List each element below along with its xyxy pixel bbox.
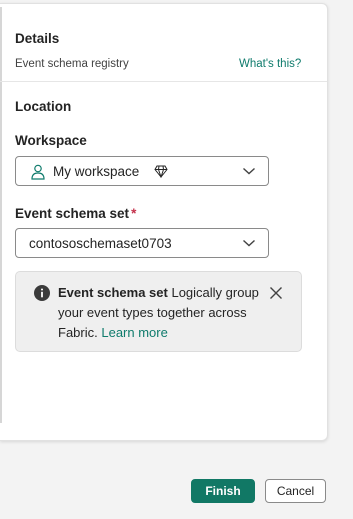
close-icon[interactable] bbox=[269, 286, 283, 300]
whats-this-link[interactable]: What's this? bbox=[239, 58, 301, 70]
workspace-label: Workspace bbox=[15, 133, 87, 148]
required-marker: * bbox=[131, 206, 137, 221]
learn-more-link[interactable]: Learn more bbox=[101, 325, 167, 340]
section-divider bbox=[0, 81, 327, 82]
finish-button[interactable]: Finish bbox=[191, 479, 255, 503]
callout-title: Event schema set bbox=[58, 285, 168, 300]
item-type-text: Event schema registry bbox=[15, 58, 129, 70]
details-heading: Details bbox=[15, 31, 60, 46]
schema-set-value: contososchemaset0703 bbox=[29, 236, 172, 251]
chevron-down-icon bbox=[243, 239, 255, 247]
callout-message: Event schema set Logically group your ev… bbox=[58, 283, 266, 343]
schema-set-dropdown[interactable]: contososchemaset0703 bbox=[15, 228, 269, 258]
workspace-dropdown[interactable]: My workspace bbox=[15, 156, 269, 186]
schema-set-label-text: Event schema set bbox=[15, 206, 130, 221]
workspace-value: My workspace bbox=[53, 164, 140, 179]
info-icon bbox=[34, 285, 50, 301]
panel-left-rail bbox=[0, 7, 2, 423]
chevron-down-icon bbox=[243, 167, 255, 175]
info-callout: Event schema set Logically group your ev… bbox=[15, 271, 302, 352]
cancel-button[interactable]: Cancel bbox=[265, 479, 326, 503]
location-heading: Location bbox=[15, 99, 72, 114]
create-item-panel: Details Event schema registry What's thi… bbox=[0, 3, 328, 441]
diamond-icon bbox=[154, 165, 168, 178]
person-icon bbox=[31, 164, 45, 180]
schema-set-label: Event schema set * bbox=[15, 206, 136, 221]
